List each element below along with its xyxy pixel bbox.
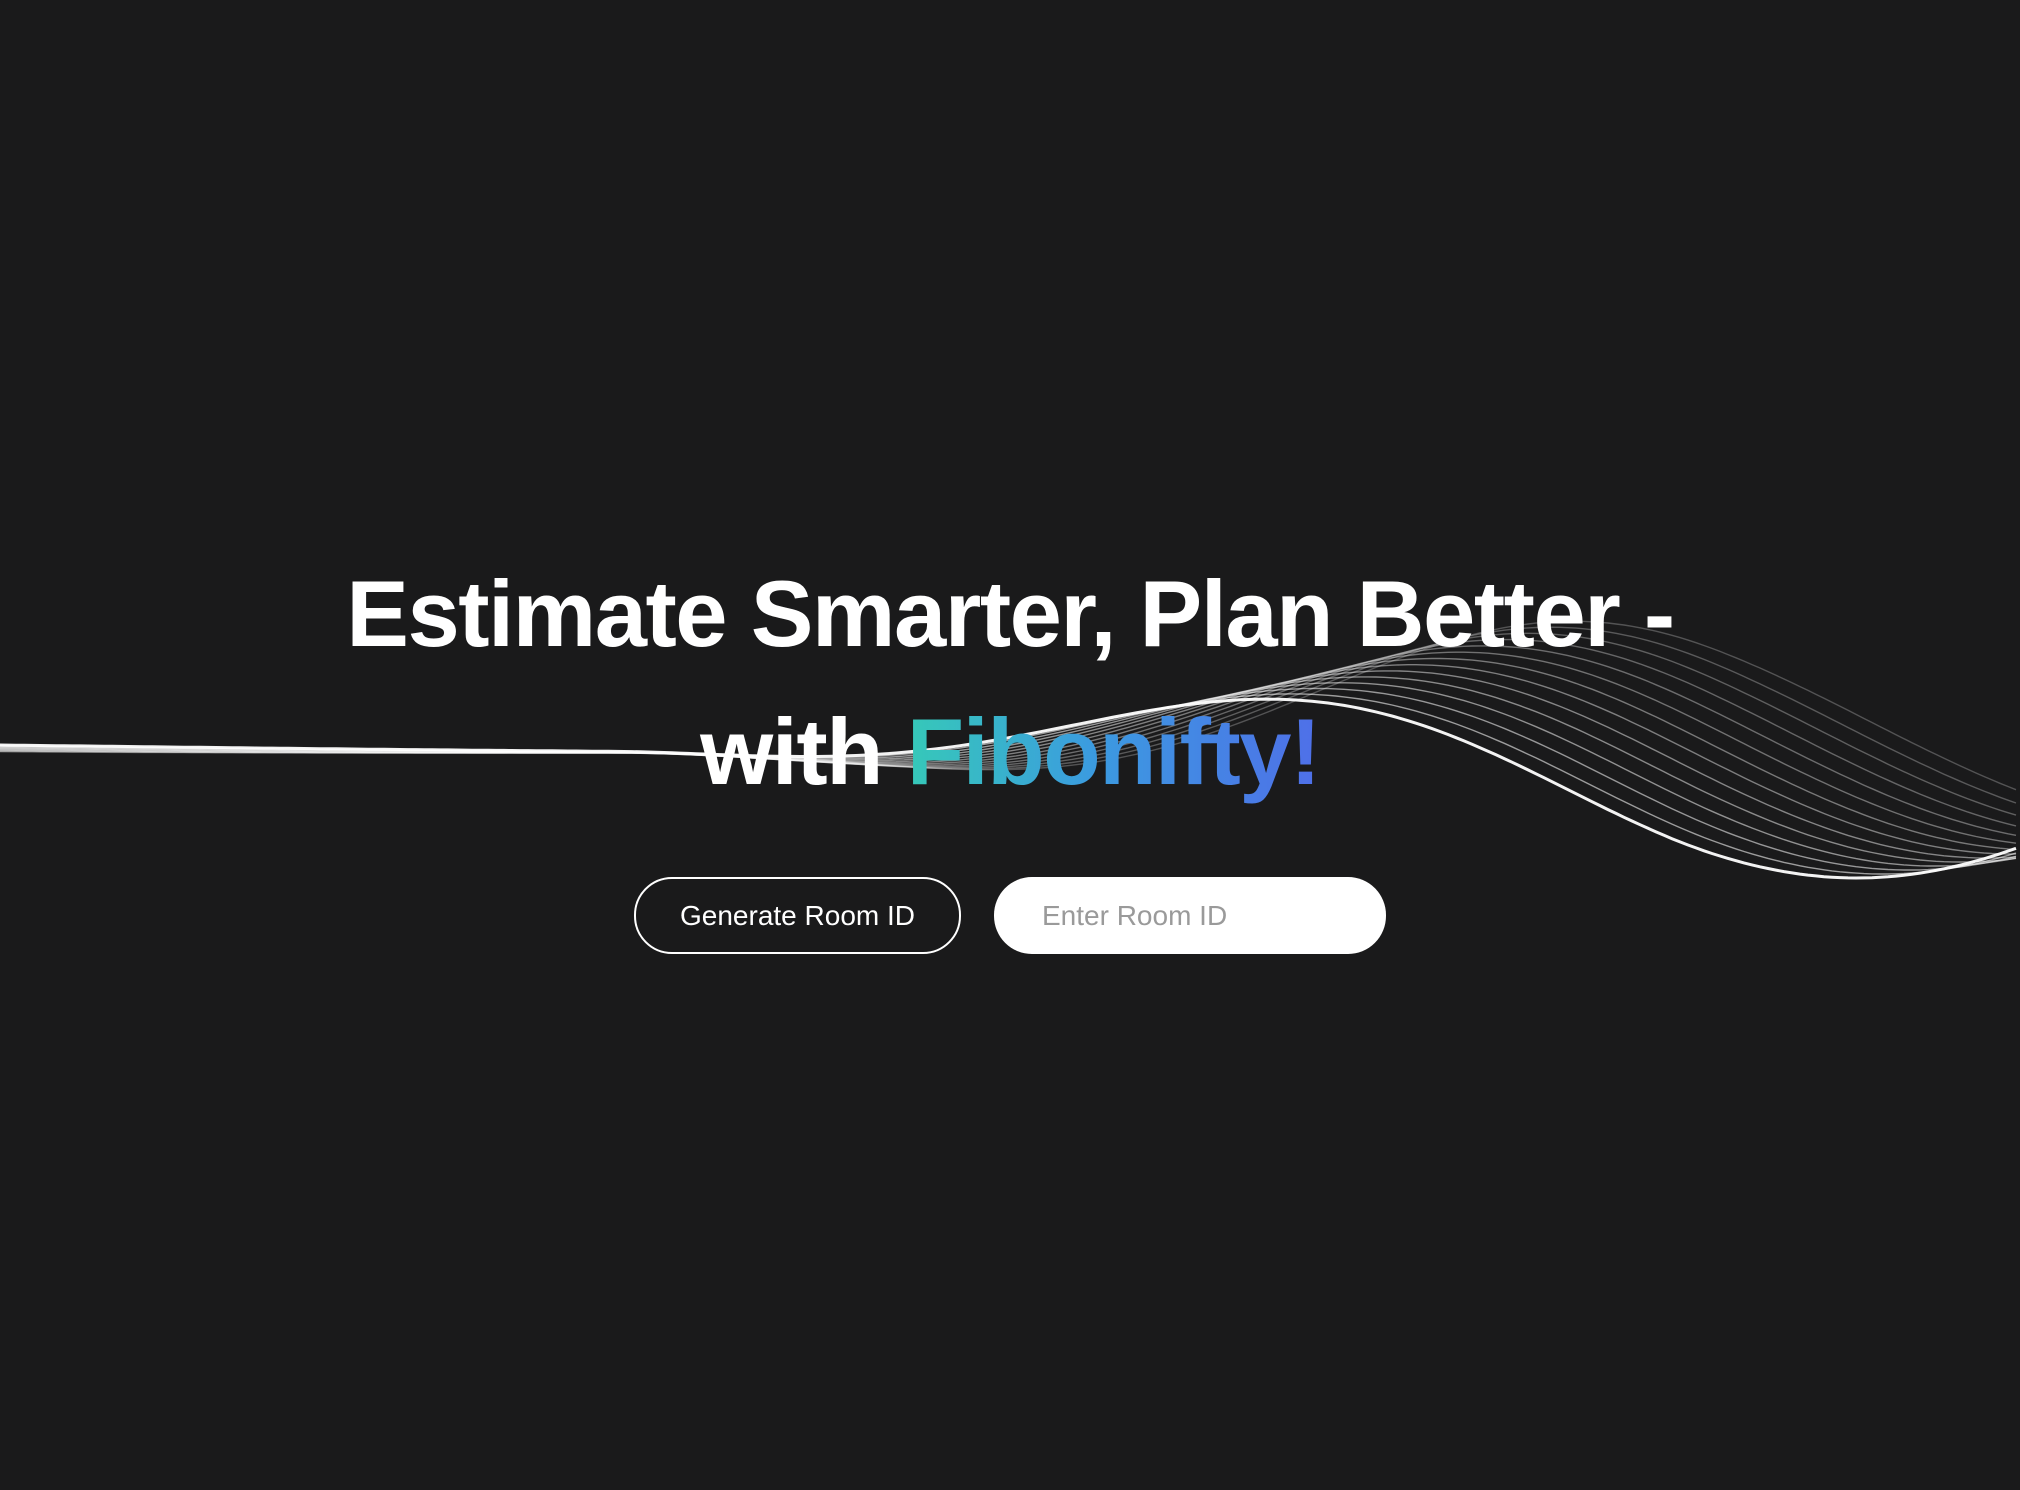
room-actions: Generate Room ID (634, 877, 1386, 954)
landing-page: Estimate Smarter, Plan Better - with Fib… (0, 0, 2020, 1490)
generate-room-id-button[interactable]: Generate Room ID (634, 877, 961, 954)
headline-line-1: Estimate Smarter, Plan Better - (346, 561, 1675, 666)
hero-section: Estimate Smarter, Plan Better - with Fib… (0, 545, 2020, 821)
hero-headline: Estimate Smarter, Plan Better - with Fib… (0, 545, 2020, 821)
headline-with-word: with (700, 699, 883, 804)
room-id-input[interactable] (994, 877, 1386, 954)
headline-line-2: with Fibonifty! (0, 683, 2020, 821)
brand-name: Fibonifty! (906, 699, 1322, 804)
